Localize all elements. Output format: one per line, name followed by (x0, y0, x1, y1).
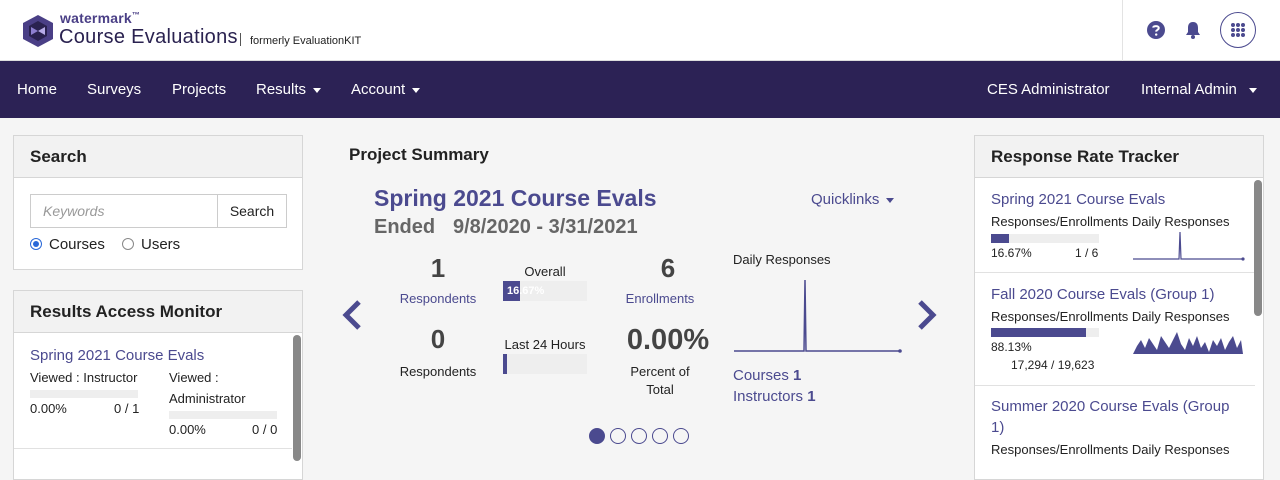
results-access-monitor-panel: Results Access Monitor Spring 2021 Cours… (13, 290, 303, 480)
daily-responses-label: Daily Responses (733, 252, 831, 267)
courses-link[interactable]: Courses 1 (733, 367, 801, 384)
overall-progress-bar: 16.67% (503, 281, 587, 301)
keywords-input[interactable] (30, 194, 218, 228)
ram-scrollbar[interactable] (293, 335, 301, 461)
ram-divider (14, 448, 292, 449)
rrt-item-title[interactable]: Spring 2021 Course Evals (991, 191, 1165, 208)
carousel-dot[interactable] (652, 428, 668, 444)
project-summary-title: Project Summary (349, 145, 489, 164)
nav-user-menu[interactable]: Internal Admin (1141, 81, 1257, 98)
respondents-24h-label: Respondents (399, 364, 477, 379)
radio-unselected-icon (122, 238, 134, 250)
last24-label: Last 24 Hours (504, 337, 586, 352)
rrt-divider (975, 385, 1255, 386)
carousel-dot[interactable] (631, 428, 647, 444)
help-icon[interactable] (1146, 20, 1166, 40)
project-dates: 9/8/2020 - 3/31/2021 (453, 216, 638, 238)
ram-admin-bar (169, 411, 277, 419)
rrt-panel-title: Response Rate Tracker (975, 136, 1263, 178)
nav-results[interactable]: Results (256, 81, 322, 98)
rrt-item-title[interactable]: Summer 2020 Course Evals (Group (991, 398, 1229, 415)
chevron-down-icon (313, 87, 322, 93)
ram-instructor-count: 0 / 1 (114, 401, 140, 416)
rrt-item-bar-fill (991, 328, 1086, 337)
ram-admin-count: 0 / 0 (252, 422, 278, 437)
rrt-item-count: 17,294 / 19,623 (1011, 358, 1095, 372)
daily-responses-sparkline (734, 279, 902, 353)
ram-project-link[interactable]: Spring 2021 Course Evals (30, 347, 204, 364)
rrt-item-subtitle: Responses/Enrollments Daily Responses (991, 442, 1230, 457)
chevron-down-icon (1248, 87, 1257, 93)
overall-label: Overall (524, 264, 566, 279)
last24-progress-fill (503, 354, 507, 374)
nav-surveys[interactable]: Surveys (87, 81, 141, 98)
carousel-prev-icon[interactable] (341, 298, 363, 332)
ram-admin-label: Viewed : (169, 370, 219, 385)
chevron-down-icon (886, 197, 895, 203)
percent-of-total: 0.00% (626, 324, 710, 356)
grid-icon (1231, 23, 1245, 37)
app-launcher-button[interactable] (1220, 12, 1256, 48)
project-course-link[interactable]: Spring 2021 Course Evals (374, 185, 657, 212)
header-divider (1122, 0, 1123, 61)
rrt-item-bar (991, 328, 1099, 337)
radio-users[interactable]: Users (122, 236, 180, 253)
ram-instructor-pct: 0.00% (30, 401, 67, 416)
carousel-dot[interactable] (673, 428, 689, 444)
search-panel: Search Search Courses Users (13, 135, 303, 270)
response-rate-tracker-panel: Response Rate Tracker Spring 2021 Course… (974, 135, 1264, 480)
rrt-item-pct: 88.13% (991, 340, 1032, 354)
rrt-item-subtitle: Responses/Enrollments Daily Responses (991, 214, 1230, 229)
search-button[interactable]: Search (217, 194, 287, 228)
rrt-divider (975, 272, 1255, 273)
percent-of-total-label: Percent of (630, 364, 690, 379)
nav-account[interactable]: Account (351, 81, 421, 98)
rrt-item-sparkline (1133, 332, 1243, 354)
carousel-next-icon[interactable] (916, 298, 938, 332)
app-header: watermark™ Course Evaluations formerly E… (0, 0, 1280, 61)
respondents-total: 1 (430, 253, 446, 283)
instructors-link[interactable]: Instructors 1 (733, 388, 816, 405)
ram-admin-pct: 0.00% (169, 422, 206, 437)
enrollments-link[interactable]: Enrollments (600, 291, 720, 306)
rrt-item-title-line-2[interactable]: 1) (991, 419, 1004, 436)
enrollments-total: 6 (660, 253, 676, 283)
ram-panel-title: Results Access Monitor (14, 291, 302, 333)
carousel-dot[interactable] (589, 428, 605, 444)
brand-name: watermark™ (60, 10, 141, 26)
brand-divider (240, 33, 241, 46)
ram-instructor-label: Viewed : Instructor (30, 370, 138, 385)
rrt-item-bar-fill (991, 234, 1009, 243)
formerly-label: formerly EvaluationKIT (250, 35, 362, 47)
rrt-item-bar (991, 234, 1099, 243)
radio-courses[interactable]: Courses (30, 236, 105, 253)
bell-icon[interactable] (1183, 20, 1203, 40)
rrt-item-sparkline (1133, 231, 1245, 261)
overall-progress-fill: 16.67% (503, 281, 544, 301)
rrt-item-title[interactable]: Fall 2020 Course Evals (Group 1) (991, 286, 1214, 303)
quicklinks-dropdown[interactable]: Quicklinks (811, 191, 895, 208)
nav-projects[interactable]: Projects (172, 81, 226, 98)
rrt-item-pct: 16.67% (991, 246, 1032, 260)
ram-instructor-bar (30, 390, 138, 398)
nav-role[interactable]: CES Administrator (987, 81, 1110, 98)
last24-progress-bar (503, 354, 587, 374)
respondents-link[interactable]: Respondents (378, 291, 498, 306)
product-name: Course Evaluations (59, 26, 238, 48)
percent-of-total-label-2: Total (646, 382, 674, 397)
respondents-24h: 0 (430, 324, 446, 354)
carousel-dot[interactable] (610, 428, 626, 444)
main-nav: Home Surveys Projects Results Account CE… (0, 61, 1280, 118)
rrt-scrollbar[interactable] (1254, 180, 1262, 316)
project-status: Ended (374, 216, 436, 238)
rrt-item-count: 1 / 6 (1075, 246, 1099, 260)
chevron-down-icon (412, 87, 421, 93)
radio-selected-icon (30, 238, 42, 250)
search-panel-title: Search (14, 136, 302, 178)
ram-admin-label-2: Administrator (169, 391, 246, 406)
nav-home[interactable]: Home (17, 81, 57, 98)
watermark-logo-icon[interactable] (23, 15, 53, 47)
